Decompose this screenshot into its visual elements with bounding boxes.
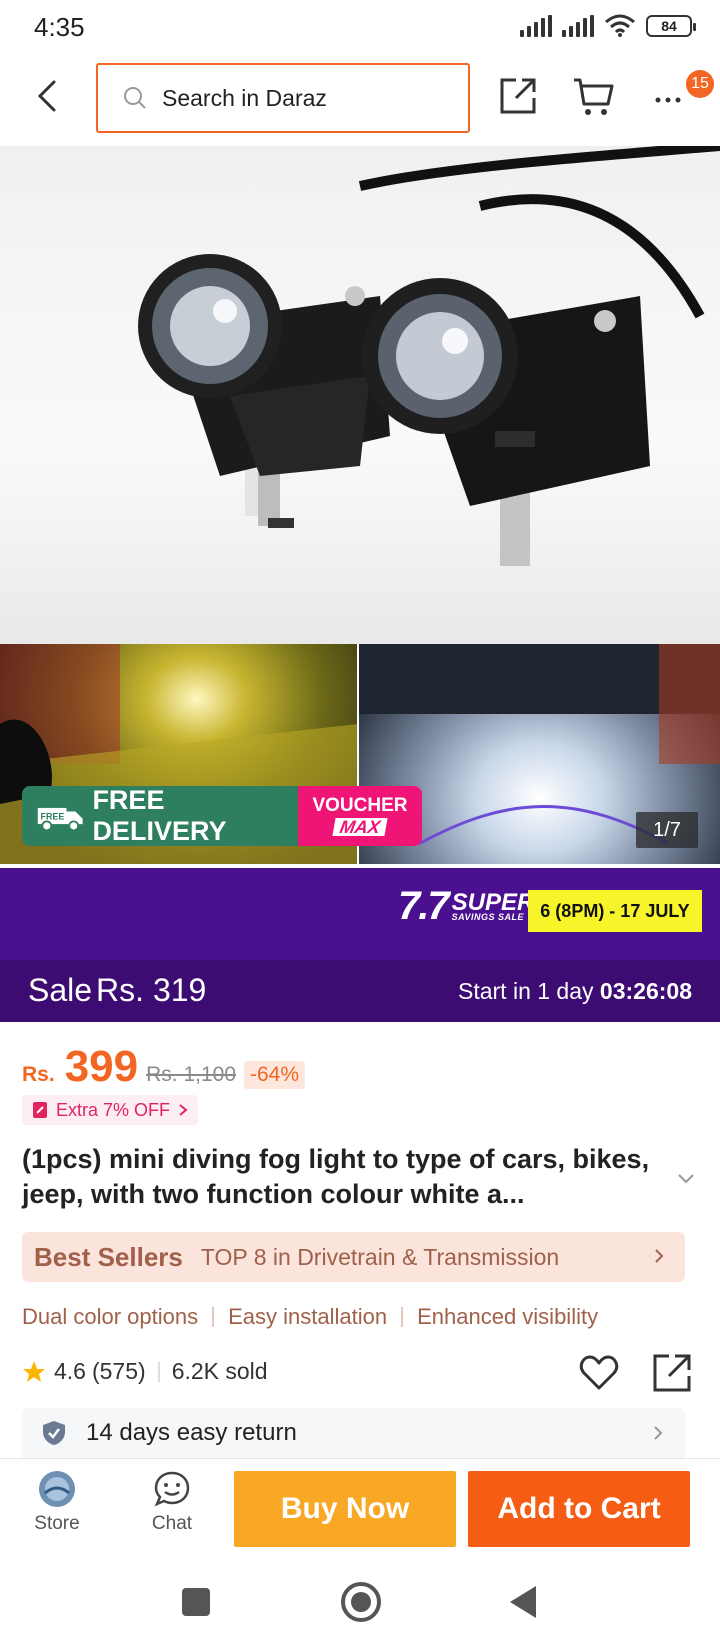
chat-button[interactable]: Chat <box>132 1469 212 1535</box>
system-nav-bar <box>0 1558 720 1650</box>
feature-tag: Dual color options <box>22 1304 199 1329</box>
share-icon[interactable] <box>651 1352 693 1394</box>
bottom-action-bar: Store Chat Buy Now Add to Cart <box>0 1458 720 1558</box>
product-page: 4:35 84 Search in Daraz 15 FREE FREE DEL… <box>0 0 720 1650</box>
product-main-image[interactable] <box>0 146 720 644</box>
chevron-right-icon <box>655 1249 664 1263</box>
sale-label: Sale <box>28 972 93 1008</box>
header: Search in Daraz 15 <box>0 56 720 146</box>
feature-divider <box>212 1307 215 1327</box>
status-bar: 4:35 84 <box>0 0 720 56</box>
free-delivery-banner: FREE FREE DELIVERY VOUCHER MAX <box>22 786 422 846</box>
bestseller-badge: Best Sellers <box>34 1241 183 1272</box>
promo-logo: 7.7 SUPER SAVINGS SALE <box>398 884 534 929</box>
status-icons: 84 <box>520 14 696 38</box>
notification-badge: 15 <box>686 70 714 98</box>
store-avatar-icon <box>39 1471 75 1507</box>
promo-banner[interactable]: 7.7 SUPER SAVINGS SALE 6 (8PM) - 17 JULY <box>0 868 720 960</box>
bestseller-rank: TOP 8 in Drivetrain & Transmission <box>200 1243 560 1270</box>
chat-icon <box>154 1471 190 1507</box>
store-label: Store <box>34 1513 80 1534</box>
original-price: Rs. 1,100 <box>146 1063 236 1086</box>
sale-start-prefix: Start in 1 day <box>458 978 594 1004</box>
search-placeholder: Search in Daraz <box>162 84 327 111</box>
discount-badge: -64% <box>244 1061 306 1089</box>
return-policy-text: 14 days easy return <box>86 1419 297 1446</box>
fog-light-image <box>138 146 720 566</box>
price-value: 399 <box>64 1042 139 1091</box>
promo-date: 6 (8PM) - 17 JULY <box>528 890 702 932</box>
bestseller-banner[interactable]: Best Sellers TOP 8 in Drivetrain & Trans… <box>22 1232 685 1282</box>
status-time: 4:35 <box>34 12 85 42</box>
sale-countdown: Start in 1 day 03:26:08 <box>458 978 692 1005</box>
wifi-icon <box>605 14 635 37</box>
promo-logo-text: SUPER SAVINGS SALE <box>451 888 535 923</box>
rating-count: (575) <box>91 1358 146 1384</box>
search-input[interactable]: Search in Daraz <box>96 63 470 133</box>
voucher-max-badge: VOUCHER MAX <box>298 786 422 846</box>
feature-tag: Enhanced visibility <box>417 1304 599 1329</box>
free-delivery-label: FREE FREE DELIVERY <box>22 786 298 846</box>
home-button[interactable] <box>341 1582 381 1622</box>
feature-tags: Dual color options Easy installation Enh… <box>22 1304 598 1330</box>
store-button[interactable]: Store <box>17 1469 97 1535</box>
promo-logo-number: 7.7 <box>398 884 450 928</box>
free-delivery-text: FREE DELIVERY <box>92 786 227 846</box>
back-icon[interactable] <box>28 76 68 116</box>
extra-off-voucher[interactable]: Extra 7% OFF <box>22 1095 199 1125</box>
feature-tag: Easy installation <box>228 1304 388 1329</box>
price-row: Rs. 399 Rs. 1,100 -64% <box>22 1042 306 1092</box>
voucher-line2: MAX <box>332 817 388 837</box>
image-counter: 1/7 <box>636 812 698 848</box>
home-dot <box>351 1592 371 1612</box>
rating-row[interactable]: 4.6 (575) 6.2K sold <box>22 1358 268 1385</box>
heart-icon[interactable] <box>578 1352 620 1394</box>
add-to-cart-button[interactable]: Add to Cart <box>468 1471 690 1547</box>
cart-icon[interactable] <box>572 74 616 118</box>
promo-logo-super: SUPER <box>451 888 535 916</box>
extra-off-text: Extra 7% OFF <box>56 1099 171 1120</box>
voucher-line1: VOUCHER <box>312 795 408 816</box>
chevron-right-icon <box>179 1104 188 1116</box>
free-tag: FREE <box>40 812 64 822</box>
shield-icon <box>43 1421 65 1445</box>
battery-icon: 84 <box>646 15 696 37</box>
price-currency: Rs. <box>22 1063 55 1086</box>
recents-button[interactable] <box>182 1588 210 1616</box>
promo-logo-sub: SAVINGS SALE <box>451 912 524 923</box>
voucher-icon <box>33 1102 47 1118</box>
product-title: (1pcs) mini diving fog light to type of … <box>22 1144 650 1209</box>
signal-icon <box>520 15 552 37</box>
sale-timer: 03:26:08 <box>599 978 692 1004</box>
return-policy-row[interactable]: 14 days easy return <box>22 1408 685 1458</box>
chevron-right-icon <box>654 1426 663 1440</box>
truck-icon: FREE <box>37 807 83 832</box>
signal-icon <box>562 15 594 37</box>
chevron-down-icon[interactable] <box>676 1168 696 1188</box>
system-back-button[interactable] <box>510 1586 536 1618</box>
star-icon <box>23 1360 45 1382</box>
sale-countdown-bar: Sale Rs. 319 Start in 1 day 03:26:08 <box>0 960 720 1022</box>
rating-divider <box>157 1361 160 1382</box>
share-icon[interactable] <box>496 74 540 118</box>
feature-divider <box>401 1307 404 1327</box>
search-icon <box>124 87 146 109</box>
sale-price: Rs. 319 <box>96 972 207 1008</box>
rating-score: 4.6 <box>54 1358 86 1384</box>
sale-price-info: Sale Rs. 319 <box>28 972 206 1009</box>
sold-count: 6.2K sold <box>171 1358 268 1384</box>
chat-label: Chat <box>151 1513 193 1534</box>
buy-now-button[interactable]: Buy Now <box>234 1471 456 1547</box>
